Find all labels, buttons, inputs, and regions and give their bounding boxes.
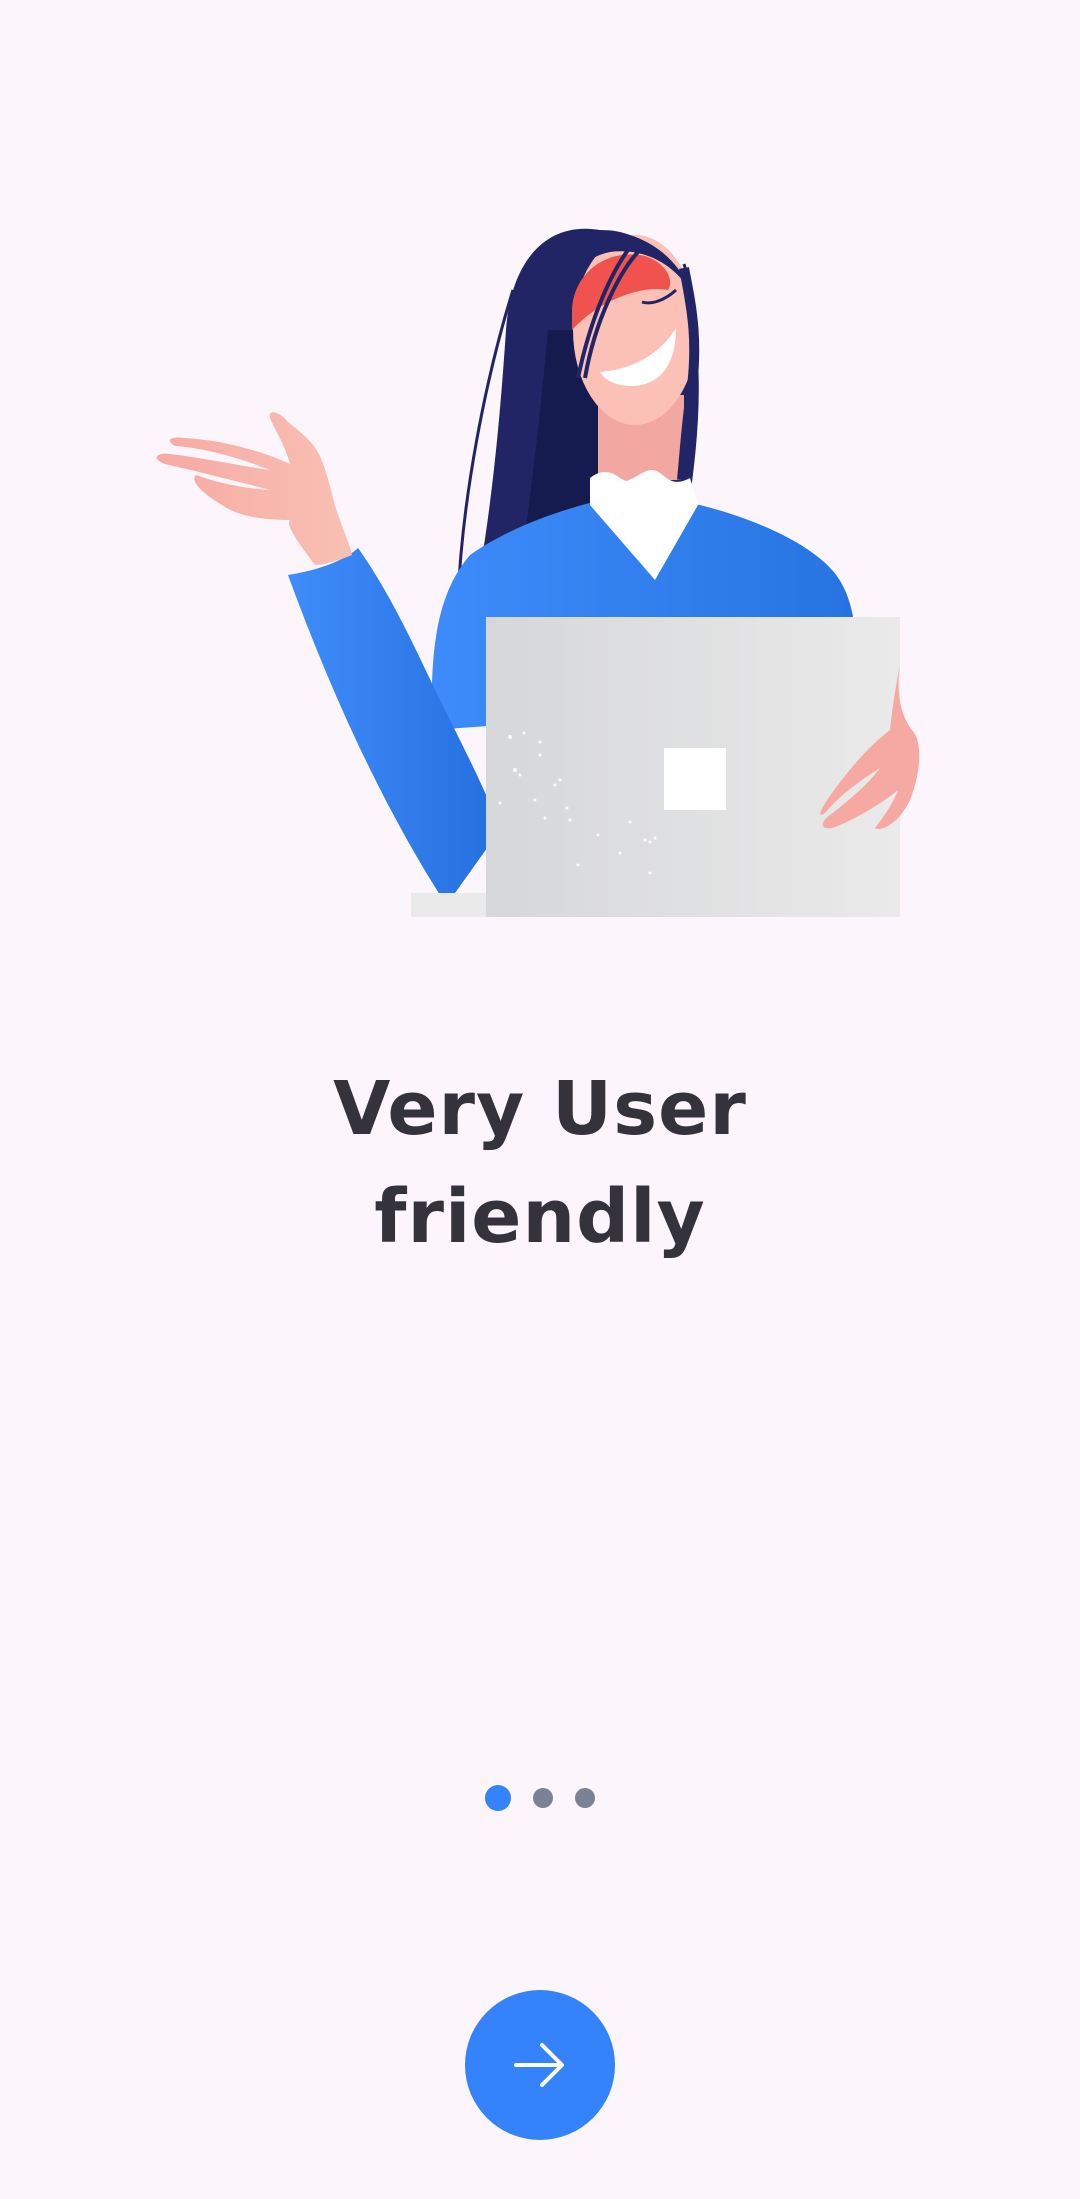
onboarding-title-line-1: Very User [333, 1066, 747, 1152]
page-dot-1-active[interactable] [485, 1785, 511, 1811]
arrow-right-icon [514, 2043, 564, 2087]
page-dot-2[interactable] [533, 1788, 553, 1808]
page-dot-3[interactable] [575, 1788, 595, 1808]
next-button[interactable] [465, 1990, 615, 2140]
onboarding-title: Very User friendly [0, 1055, 1080, 1271]
page-indicator [0, 1784, 1080, 1812]
onboarding-title-line-2: friendly [374, 1174, 706, 1260]
onboarding-illustration [156, 228, 920, 917]
